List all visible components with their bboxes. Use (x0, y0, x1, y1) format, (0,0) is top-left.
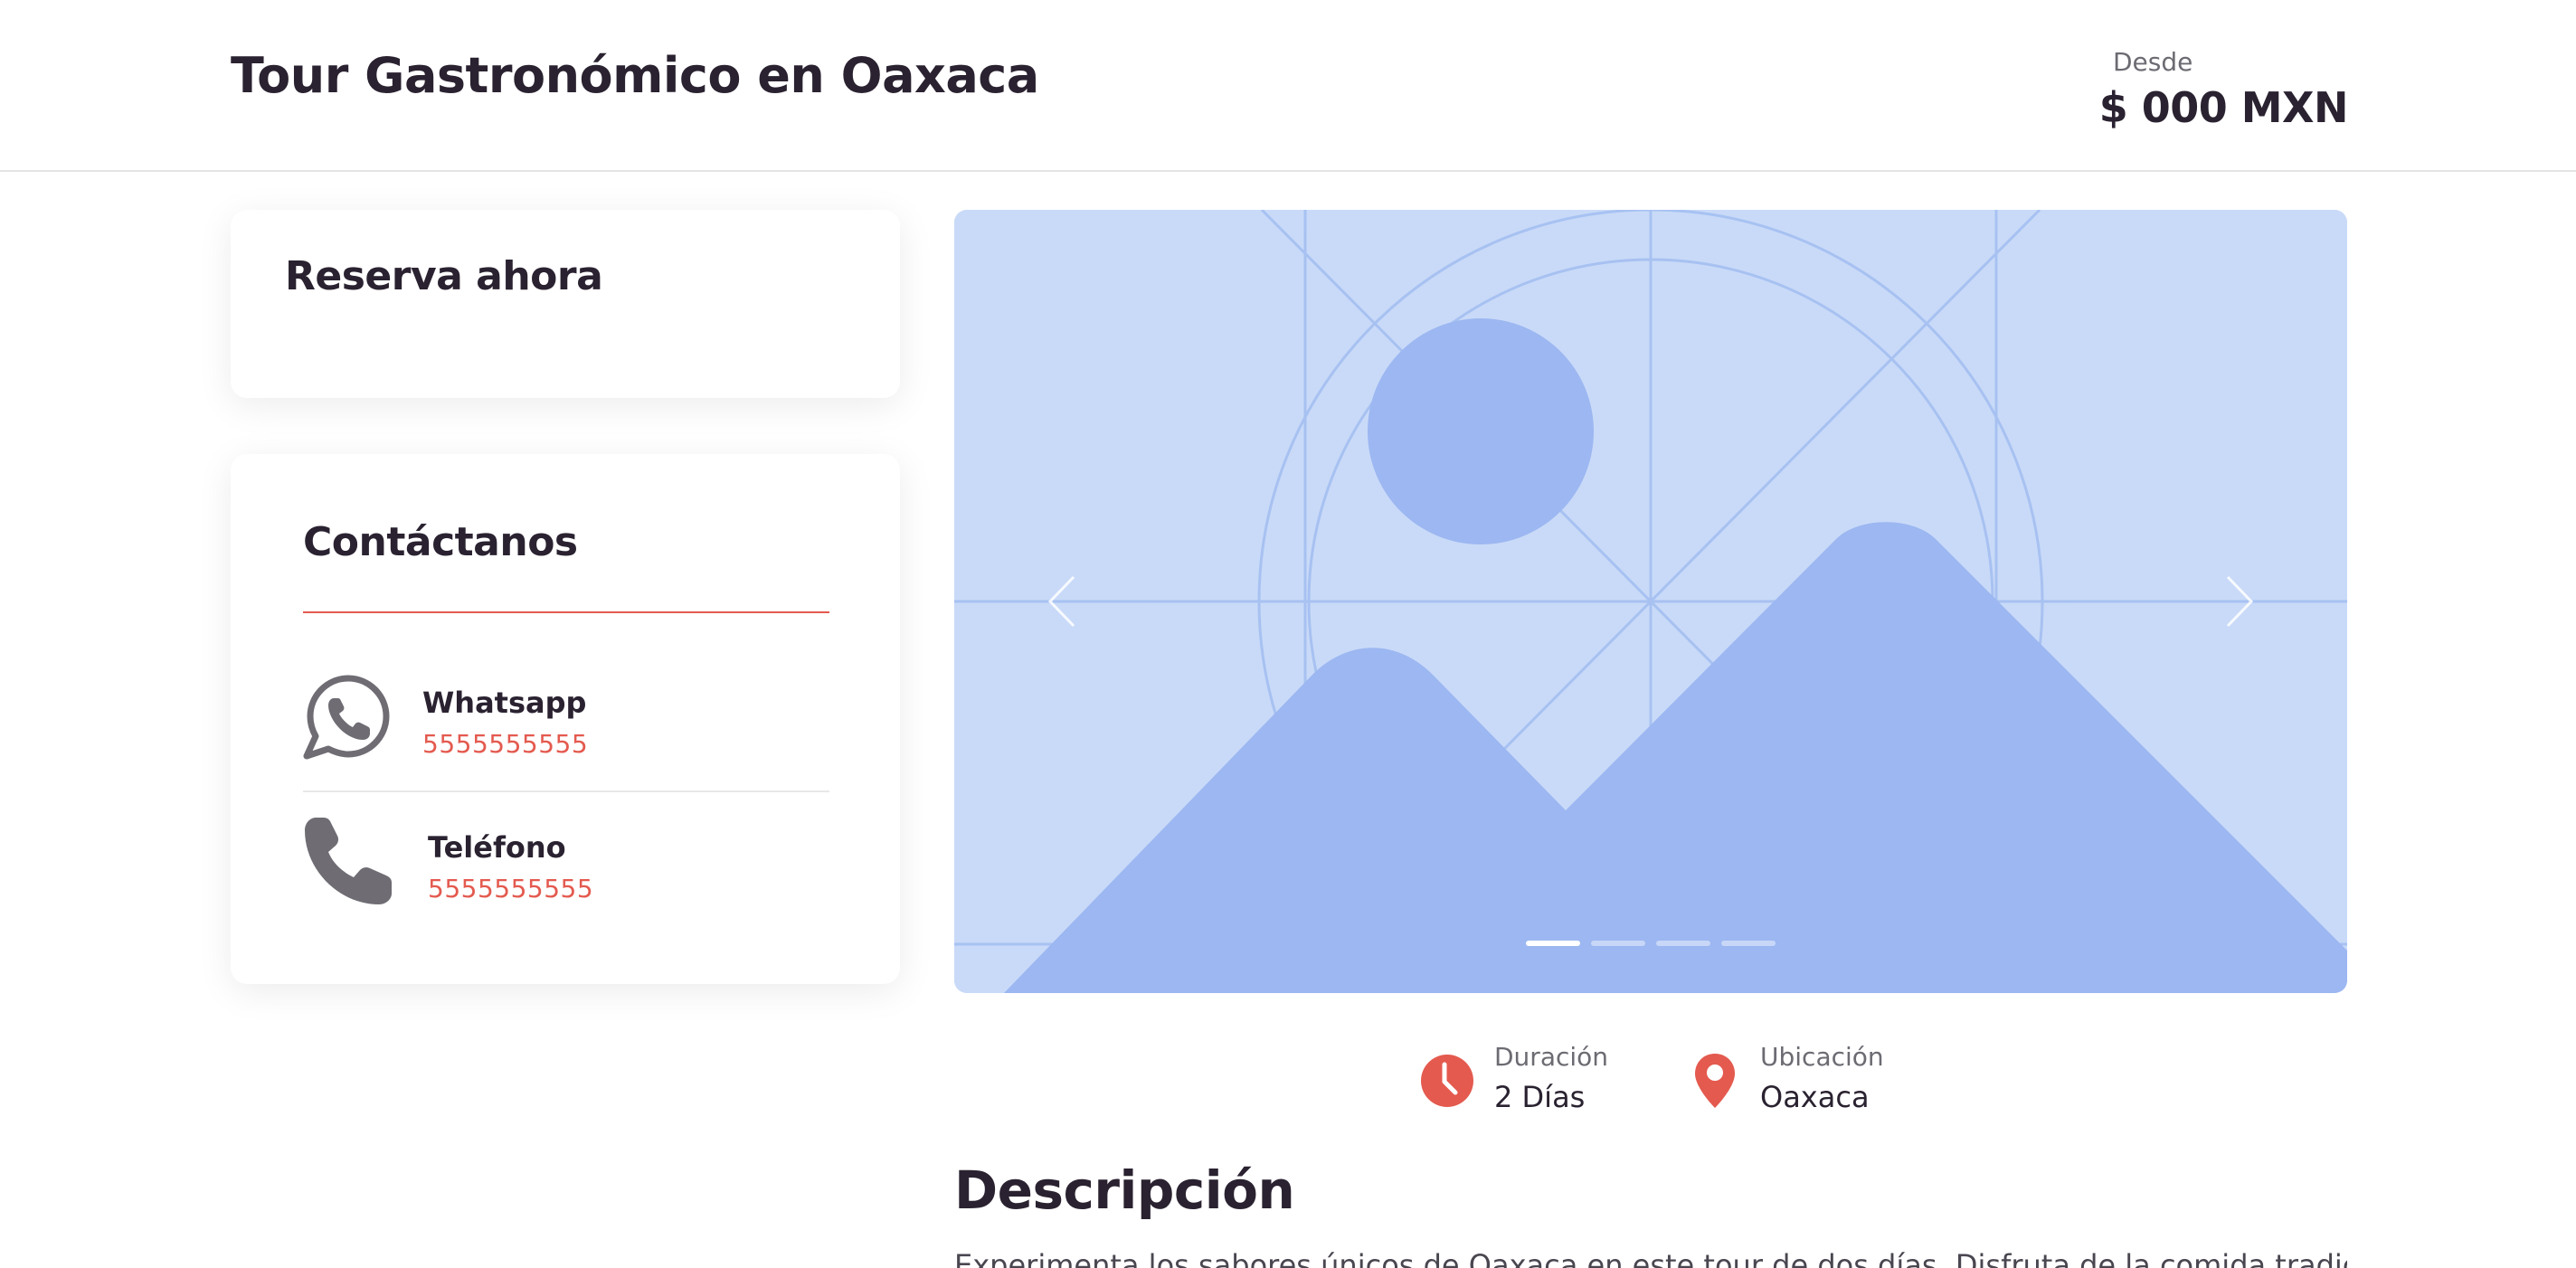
reserve-card: Reserva ahora (231, 210, 900, 398)
page-title: Tour Gastronómico en Oaxaca (231, 47, 1039, 104)
contact-name: Teléfono (428, 830, 566, 865)
location-label: Ubicación (1760, 1042, 1884, 1072)
price-label: Desde (2113, 47, 2193, 77)
map-pin-icon (1695, 1054, 1735, 1108)
duration-label: Duración (1494, 1042, 1609, 1072)
carousel-pagination (1526, 941, 1776, 950)
carousel-dot-1[interactable] (1526, 941, 1580, 946)
contact-card: Contáctanos Whatsapp 5555555555 Teléfono… (231, 454, 900, 984)
location-value: Oaxaca (1760, 1080, 1870, 1114)
contact-name: Whatsapp (422, 686, 587, 720)
reserve-title: Reserva ahora (285, 253, 603, 299)
whatsapp-icon (303, 675, 390, 760)
phone-icon (305, 818, 392, 904)
description-text: Experimenta los sabores únicos de Oaxaca… (954, 1248, 2347, 1268)
contact-title: Contáctanos (303, 519, 578, 565)
contact-number[interactable]: 5555555555 (422, 729, 588, 759)
page-header: Tour Gastronómico en Oaxaca Desde $ 000 … (0, 0, 2576, 172)
contact-divider (303, 790, 829, 792)
clock-icon (1421, 1055, 1473, 1107)
carousel-dot-3[interactable] (1656, 941, 1710, 946)
image-carousel[interactable] (954, 210, 2347, 993)
duration-value: 2 Días (1494, 1080, 1586, 1114)
carousel-dot-4[interactable] (1721, 941, 1776, 946)
description-title: Descripción (954, 1159, 1295, 1221)
carousel-next-button[interactable] (2211, 570, 2266, 633)
contact-number[interactable]: 5555555555 (428, 874, 593, 904)
contact-item-phone[interactable]: Teléfono 5555555555 (303, 816, 829, 951)
contact-item-whatsapp[interactable]: Whatsapp 5555555555 (303, 671, 829, 807)
carousel-prev-button[interactable] (1036, 570, 1090, 633)
contact-title-underline (303, 611, 829, 613)
price-value: $ 000 MXN (2098, 83, 2349, 132)
carousel-dot-2[interactable] (1591, 941, 1645, 946)
image-placeholder (954, 210, 2347, 993)
